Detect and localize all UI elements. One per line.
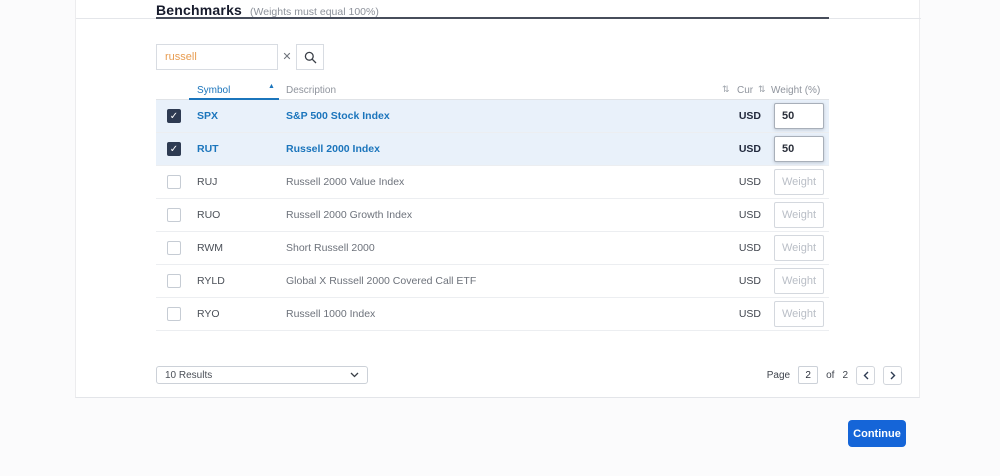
sort-ascending-icon: ▲ bbox=[268, 83, 275, 90]
of-label: of bbox=[826, 370, 834, 381]
sort-icon-weight[interactable]: ⇅ bbox=[758, 84, 766, 95]
chevron-right-icon bbox=[890, 371, 896, 380]
column-header-cur[interactable]: Cur bbox=[737, 85, 753, 96]
symbol-cell: SPX bbox=[197, 100, 218, 133]
currency-cell: USD bbox=[716, 199, 761, 232]
currency-cell: USD bbox=[716, 166, 761, 199]
symbol-cell: RUT bbox=[197, 133, 219, 166]
row-checkbox[interactable] bbox=[167, 241, 181, 255]
results-per-page-value: 10 Results bbox=[165, 370, 212, 381]
results-per-page-select[interactable]: 10 Results bbox=[156, 366, 368, 384]
currency-cell: USD bbox=[716, 298, 761, 331]
row-checkbox[interactable] bbox=[167, 175, 181, 189]
close-icon: ✕ bbox=[282, 51, 291, 63]
currency-cell: USD bbox=[716, 265, 761, 298]
chevron-left-icon bbox=[863, 371, 869, 380]
row-checkbox[interactable] bbox=[167, 307, 181, 321]
page-title: Benchmarks bbox=[156, 2, 242, 18]
search-button[interactable] bbox=[296, 44, 324, 70]
table-row[interactable]: ✓ SPX S&P 500 Stock Index USD bbox=[156, 100, 829, 133]
currency-cell: USD bbox=[716, 133, 761, 166]
symbol-cell: RUO bbox=[197, 199, 220, 232]
continue-button[interactable]: Continue bbox=[848, 420, 906, 447]
weight-input[interactable] bbox=[774, 136, 824, 162]
page-label: Page bbox=[767, 370, 790, 381]
weight-input[interactable] bbox=[774, 235, 824, 261]
table-row[interactable]: RUJ Russell 2000 Value Index USD bbox=[156, 166, 829, 199]
heading-row: Benchmarks (Weights must equal 100%) bbox=[156, 2, 379, 18]
description-cell: Russell 1000 Index bbox=[286, 298, 375, 331]
symbol-cell: RYO bbox=[197, 298, 220, 331]
currency-cell: USD bbox=[716, 232, 761, 265]
next-page-button[interactable] bbox=[883, 366, 902, 385]
search-icon bbox=[304, 51, 317, 64]
weight-input[interactable] bbox=[774, 202, 824, 228]
total-pages: 2 bbox=[842, 370, 848, 381]
page-subtitle: (Weights must equal 100%) bbox=[250, 6, 379, 18]
weight-input[interactable] bbox=[774, 103, 824, 129]
column-header-weight[interactable]: Weight (%) bbox=[771, 85, 820, 96]
row-checkbox[interactable] bbox=[167, 208, 181, 222]
benchmarks-card: Benchmarks (Weights must equal 100%) ✕ S… bbox=[75, 0, 920, 398]
currency-cell: USD bbox=[716, 100, 761, 133]
table-body: ✓ SPX S&P 500 Stock Index USD ✓ RUT Russ… bbox=[156, 100, 829, 331]
weight-input[interactable] bbox=[774, 268, 824, 294]
description-cell: Short Russell 2000 bbox=[286, 232, 375, 265]
row-checkbox[interactable]: ✓ bbox=[167, 109, 181, 123]
weight-input[interactable] bbox=[774, 169, 824, 195]
prev-page-button[interactable] bbox=[856, 366, 875, 385]
table-row[interactable]: RWM Short Russell 2000 USD bbox=[156, 232, 829, 265]
description-cell: Global X Russell 2000 Covered Call ETF bbox=[286, 265, 476, 298]
table-row[interactable]: ✓ RUT Russell 2000 Index USD bbox=[156, 133, 829, 166]
table-row[interactable]: RYLD Global X Russell 2000 Covered Call … bbox=[156, 265, 829, 298]
sort-icon-cur[interactable]: ⇅ bbox=[722, 84, 730, 95]
column-header-description[interactable]: Description bbox=[286, 85, 336, 96]
symbol-cell: RUJ bbox=[197, 166, 217, 199]
pagination: Page of 2 bbox=[767, 365, 902, 385]
search-box bbox=[156, 44, 278, 70]
description-cell: Russell 2000 Value Index bbox=[286, 166, 404, 199]
row-checkbox[interactable] bbox=[167, 274, 181, 288]
search-input[interactable] bbox=[157, 51, 277, 63]
row-checkbox[interactable]: ✓ bbox=[167, 142, 181, 156]
description-cell: Russell 2000 Growth Index bbox=[286, 199, 412, 232]
table-header: Symbol ▲ Description ⇅ Cur ⇅ Weight (%) bbox=[156, 83, 829, 100]
symbol-cell: RWM bbox=[197, 232, 223, 265]
symbol-cell: RYLD bbox=[197, 265, 225, 298]
page-input[interactable] bbox=[798, 366, 818, 384]
table-row[interactable]: RYO Russell 1000 Index USD bbox=[156, 298, 829, 331]
column-header-symbol[interactable]: Symbol bbox=[197, 85, 230, 96]
table-row[interactable]: RUO Russell 2000 Growth Index USD bbox=[156, 199, 829, 232]
description-cell: Russell 2000 Index bbox=[286, 133, 380, 166]
clear-search-button[interactable]: ✕ bbox=[278, 44, 296, 70]
description-cell: S&P 500 Stock Index bbox=[286, 100, 390, 133]
weight-input[interactable] bbox=[774, 301, 824, 327]
chevron-down-icon bbox=[350, 372, 359, 378]
